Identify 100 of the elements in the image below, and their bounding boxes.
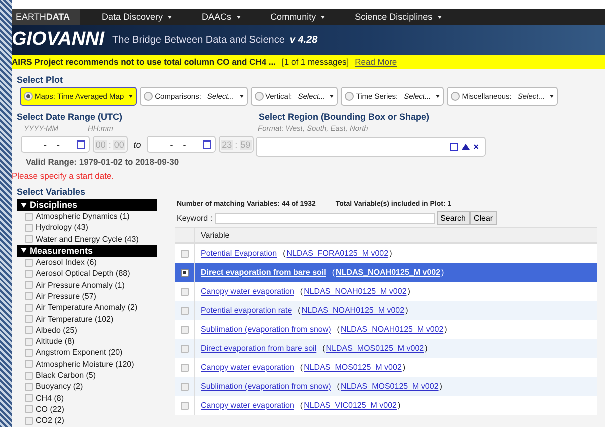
facet-label[interactable]: Hydrology (43) [36,223,88,232]
radio-button[interactable] [254,92,264,101]
facet-label[interactable]: Air Pressure Anomaly (1) [36,280,125,290]
table-row[interactable]: Canopy water evaporation (NLDAS_VIC0125_M v002) [175,396,597,415]
date-field[interactable]: - - [21,136,90,153]
keyword-field[interactable] [214,212,435,224]
facet-label[interactable]: CH4 (8) [36,394,64,403]
region-field[interactable]: × [256,137,486,157]
facet-label[interactable]: Aerosol Optical Depth (88) [36,269,130,278]
triangle-icon [21,202,27,208]
search-button[interactable]: Search [436,211,470,225]
facet-label[interactable]: Aerosol Index (6) [36,258,97,268]
variable-link[interactable]: Canopy water evaporation [201,287,294,296]
variable-link[interactable]: Direct evaporation from bare soil [201,344,317,353]
product-link[interactable]: NLDAS_MOS0125_M v002 [340,382,439,391]
radio-button[interactable] [24,92,33,101]
checkbox[interactable] [25,338,33,346]
table-row[interactable]: Potential evaporation rate (NLDAS_NOAH0125_M v002) [175,301,597,320]
checkbox[interactable] [25,405,33,414]
product-link[interactable]: NLDAS_VIC0125_M v002 [304,401,398,410]
checkbox[interactable] [25,326,33,334]
brand-logo[interactable]: EARTHDATA [12,9,80,25]
checkbox[interactable] [25,281,33,290]
facet-label[interactable]: Water and Energy Cycle (43) [36,234,139,244]
product-link[interactable]: NLDAS_NOAH0125_M v002 [336,268,441,277]
map-icon[interactable] [450,143,458,151]
variable-link[interactable]: Sublimation (evaporation from snow) [201,382,332,391]
nav-menu[interactable]: Community [270,12,326,22]
read-more-link[interactable]: Read More [355,57,398,67]
facet-label[interactable]: CO2 (2) [36,416,64,426]
facet-label[interactable]: Black Carbon (5) [36,371,96,380]
checkbox[interactable] [25,258,33,267]
facet-label[interactable]: Air Temperature (102) [36,314,114,324]
facet-header[interactable]: Measurements [17,244,157,257]
calendar-icon[interactable] [202,140,211,149]
nav-menu[interactable]: DAACs [202,12,241,22]
variable-link[interactable]: Canopy water evaporation [201,363,294,372]
variable-link[interactable]: Direct evaporation from bare soil [201,268,326,277]
parenthesis: ( [322,344,326,353]
checkbox[interactable] [25,235,33,244]
variable-link[interactable]: Canopy water evaporation [201,401,294,410]
variable-link[interactable]: Potential Evaporation [201,249,278,258]
parenthesis: ( [300,287,304,296]
radio-button[interactable] [345,92,354,101]
facet-label[interactable]: Albedo (25) [36,326,78,335]
table-row[interactable]: Sublimation (evaporation from snow) (NLDAS_MOS0125_M v002) [175,377,597,396]
checkbox[interactable] [180,326,188,334]
variable-link[interactable]: Potential evaporation rate [201,306,292,315]
checkbox[interactable] [180,344,188,352]
nav-menu[interactable]: Data Discovery [102,12,172,22]
checkbox[interactable] [180,250,188,258]
checkbox[interactable] [180,288,188,296]
checkbox[interactable] [25,394,33,402]
checkbox[interactable] [25,372,33,380]
radio-button[interactable] [144,92,154,101]
product-link[interactable]: NLDAS_MOS0125_M v002 [326,344,424,353]
checkbox[interactable] [180,382,188,390]
checkbox[interactable] [25,304,33,312]
facet-label[interactable]: Air Temperature Anomaly (2) [36,303,138,312]
checkbox[interactable] [180,402,188,410]
facet-label[interactable]: Air Pressure (57) [36,292,96,301]
facet-label[interactable]: Atmospheric Moisture (120) [36,360,134,369]
checkbox[interactable] [25,224,33,232]
checkbox[interactable] [180,306,188,314]
shape-icon[interactable] [462,144,470,150]
checkbox[interactable] [25,315,33,324]
product-link[interactable]: NLDAS_NOAH0125_M v002 [304,287,407,296]
checkbox[interactable] [25,360,33,368]
product-link[interactable]: NLDAS_FORA0125_M v002 [286,249,389,258]
facet-label[interactable]: Angstrom Exponent (20) [36,348,123,358]
checkbox[interactable] [25,348,33,357]
checkbox[interactable] [25,270,33,278]
clear-button[interactable]: Clear [470,211,498,225]
facet-label[interactable]: Altitude (8) [36,337,75,346]
checkbox[interactable] [25,416,33,425]
parenthesis: ) [408,287,410,296]
product-link[interactable]: NLDAS_NOAH0125_M v002 [302,306,405,315]
clear-icon[interactable]: × [474,142,479,152]
facet-label[interactable]: Atmospheric Dynamics (1) [36,212,130,222]
table-row[interactable]: Direct evaporation from bare soil (NLDAS_MOS0125_M v002) [175,339,597,358]
caret-icon [168,16,172,18]
facet-label[interactable]: CO (22) [36,404,64,414]
parenthesis: ) [442,268,444,277]
checkbox[interactable] [180,268,188,276]
checkbox[interactable] [25,212,33,221]
nav-menu[interactable]: Science Disciplines [355,12,442,22]
date-field[interactable]: - - [147,136,216,153]
product-link[interactable]: NLDAS_MOS0125_M v002 [304,363,402,372]
radio-button[interactable] [451,92,460,101]
checkbox[interactable] [25,292,33,300]
product-link[interactable]: NLDAS_NOAH0125_M v002 [340,325,444,334]
variable-link[interactable]: Sublimation (evaporation from snow) [201,325,332,334]
facet-header[interactable]: Disciplines [17,199,157,211]
calendar-icon[interactable] [76,140,85,149]
caret-icon [330,95,334,98]
checkbox[interactable] [180,364,188,372]
caret-icon [550,95,554,98]
checkbox[interactable] [25,382,33,391]
table-row[interactable]: Direct evaporation from bare soil (NLDAS_NOAH0125_M v002) [175,263,597,282]
facet-label[interactable]: Buoyancy (2) [36,382,84,392]
